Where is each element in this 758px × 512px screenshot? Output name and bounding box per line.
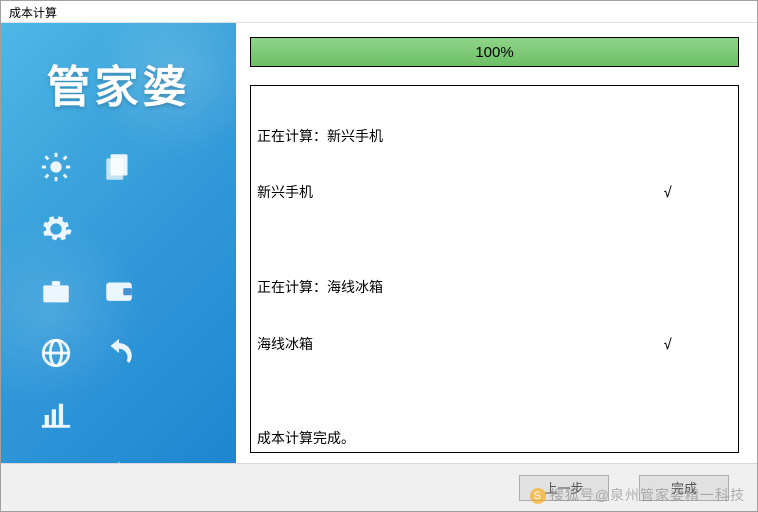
log-line: 成本计算完成。 [257,430,732,449]
bar-chart-icon [29,393,82,437]
wallet-icon [92,269,145,313]
empty-slot-6 [92,393,145,437]
gear-icon [29,207,82,251]
footer-bar: 上一步 完成 S搜狐号@泉州管家婆精一科技 [1,463,757,511]
empty-slot-8 [29,455,82,463]
sidebar: 管家婆 [1,23,236,463]
undo-icon [92,331,145,375]
check-mark-icon: √ [664,184,732,203]
log-output[interactable]: 正在计算：新兴手机 新兴手机 √ 正在计算：海线冰箱 海线冰箱 √ 成本计算完成… [250,85,739,453]
log-line: 新兴手机 √ [257,184,732,203]
sun-icon [29,145,82,189]
globe-icon [29,331,82,375]
documents-icon [92,145,145,189]
briefcase-icon [29,269,82,313]
progress-bar: 100% [250,37,739,67]
empty-slot-1 [155,145,208,189]
content-area: 管家婆 [1,23,757,463]
sidebar-icon-grid [1,131,236,463]
log-line: 海线冰箱 √ [257,336,732,355]
main-panel: 100% 正在计算：新兴手机 新兴手机 √ 正在计算：海线冰箱 海线冰箱 √ 成… [236,23,757,463]
prev-button[interactable]: 上一步 [519,475,609,501]
log-line: 正在计算：新兴手机 [257,128,732,147]
pie-chart-icon [155,455,208,463]
brand-logo: 管家婆 [1,23,236,131]
empty-slot-7 [155,393,208,437]
log-item-name: 海线冰箱 [257,336,313,355]
log-line: 正在计算：海线冰箱 [257,279,732,298]
empty-slot-4 [155,269,208,313]
empty-slot-3 [155,207,208,251]
window-title: 成本计算 [9,6,57,20]
finish-button[interactable]: 完成 [639,475,729,501]
app-window: 成本计算 管家婆 [0,0,758,512]
progress-label: 100% [251,38,738,66]
title-bar: 成本计算 [1,1,757,23]
empty-slot-5 [155,331,208,375]
empty-slot-2 [92,207,145,251]
check-mark-icon: √ [664,336,732,355]
log-item-name: 新兴手机 [257,184,313,203]
star-icon [92,455,145,463]
